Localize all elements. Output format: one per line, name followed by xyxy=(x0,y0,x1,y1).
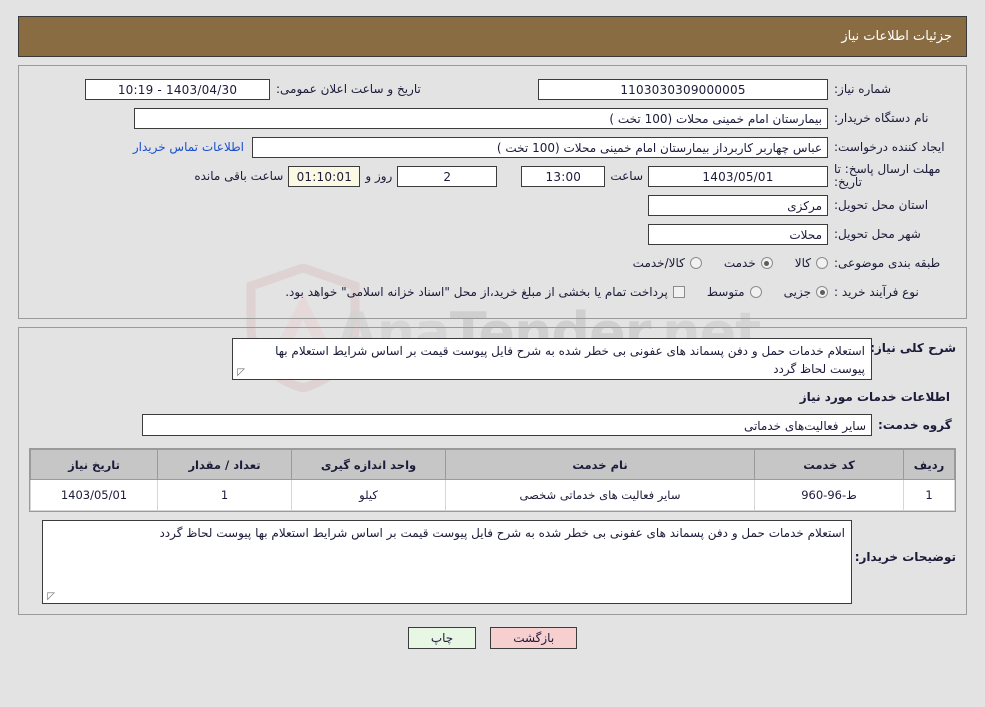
services-table-wrapper: ردیف کد خدمت نام خدمت واحد اندازه گیری ت… xyxy=(29,448,956,512)
table-header-code: کد خدمت xyxy=(754,449,904,480)
row-need-summary: شرح کلی نیاز: استعلام خدمات حمل و دفن پس… xyxy=(29,338,956,380)
row-buyer-org: نام دستگاه خریدار: بیمارستان امام خمینی … xyxy=(29,105,956,131)
radio-khedmat-icon[interactable] xyxy=(760,257,773,269)
need-summary-label: شرح کلی نیاز: xyxy=(870,341,956,355)
announce-datetime-label: تاریخ و ساعت اعلان عمومی: xyxy=(276,82,421,96)
treasury-bond-checkbox-label: پرداخت تمام یا بخشی از مبلغ خرید،از محل … xyxy=(285,285,668,299)
cell-name: سایر فعالیت های خدماتی شخصی xyxy=(445,479,755,511)
deadline-date-value: 1403/05/01 xyxy=(648,165,828,187)
page-header: جزئیات اطلاعات نیاز xyxy=(18,16,967,57)
service-group-label: گروه خدمت: xyxy=(878,418,952,432)
deadline-days-label: روز و xyxy=(365,169,393,183)
deadline-time-label: ساعت xyxy=(610,169,643,183)
table-header-row: ردیف کد خدمت نام خدمت واحد اندازه گیری ت… xyxy=(30,449,955,480)
purchase-process-label: نوع فرآیند خرید : xyxy=(834,285,919,299)
print-button[interactable]: چاپ xyxy=(407,627,477,649)
radio-kala-khedmat-icon[interactable] xyxy=(689,257,702,269)
buyer-notes-label: توضیحات خریدار: xyxy=(854,550,956,564)
radio-motavasset-icon[interactable] xyxy=(749,286,762,298)
deadline-label: مهلت ارسال پاسخ: تا تاریخ: xyxy=(834,162,941,189)
classification-option-khedmat[interactable]: خدمت xyxy=(724,256,773,270)
need-summary-textarea[interactable]: استعلام خدمات حمل و دفن پسماند های عفونی… xyxy=(232,338,872,380)
table-header-date: تاریخ نیاز xyxy=(30,449,158,480)
purchase-process-option-label-1: متوسط xyxy=(706,285,745,299)
cell-unit: کیلو xyxy=(291,479,446,511)
row-need-number: شماره نیاز: 1103030309000005 تاریخ و ساع… xyxy=(29,76,956,102)
purchase-process-option-jozei[interactable]: جزیی xyxy=(784,285,828,299)
classification-option-kala[interactable]: کالا xyxy=(795,256,828,270)
treasury-bond-checkbox-icon[interactable] xyxy=(672,286,685,298)
requester-label: ایجاد کننده درخواست: xyxy=(834,140,945,154)
table-header-unit: واحد اندازه گیری xyxy=(291,449,446,480)
services-table: ردیف کد خدمت نام خدمت واحد اندازه گیری ت… xyxy=(30,449,955,511)
need-number-value: 1103030309000005 xyxy=(538,78,828,100)
row-classification: طبقه بندی موضوعی: کالا خدمت کالا/خدمت xyxy=(29,250,956,276)
row-delivery-province: استان محل تحویل: مرکزی xyxy=(29,192,956,218)
delivery-city-label: شهر محل تحویل: xyxy=(834,227,921,241)
classification-option-kala-khedmat[interactable]: کالا/خدمت xyxy=(633,256,702,270)
deadline-time-value: 13:00 xyxy=(521,165,606,187)
cell-need-date: 1403/05/01 xyxy=(30,479,158,511)
announce-datetime-value: 1403/04/30 - 10:19 xyxy=(85,78,270,100)
buyer-org-value: بیمارستان امام خمینی محلات (100 تخت ) xyxy=(134,107,828,129)
row-requester: ایجاد کننده درخواست: عباس چهاربر کاربردا… xyxy=(29,134,956,160)
countdown-timer-label: ساعت باقی مانده xyxy=(194,169,284,183)
footer-actions: بازگشت چاپ xyxy=(0,627,985,649)
table-header-index: ردیف xyxy=(903,449,955,480)
services-section-title: اطلاعات خدمات مورد نیاز xyxy=(799,390,950,404)
table-header-quantity: تعداد / مقدار xyxy=(157,449,292,480)
deadline-days-value: 2 xyxy=(397,165,498,187)
resize-grip-icon[interactable]: ◸ xyxy=(235,368,245,378)
classification-option-label-1: خدمت xyxy=(723,256,756,270)
cell-quantity: 1 xyxy=(157,479,292,511)
row-buyer-notes: توضیحات خریدار: استعلام خدمات حمل و دفن … xyxy=(29,520,956,604)
delivery-province-value: مرکزی xyxy=(648,194,828,216)
purchase-process-option-motavasset[interactable]: متوسط xyxy=(707,285,762,299)
row-service-group: گروه خدمت: سایر فعالیت‌های خدماتی xyxy=(29,412,956,438)
buyer-notes-value: استعلام خدمات حمل و دفن پسماند های عفونی… xyxy=(159,526,845,540)
row-purchase-process: نوع فرآیند خرید : جزیی متوسط پرداخت تمام… xyxy=(29,279,956,305)
table-header-name: نام خدمت xyxy=(445,449,755,480)
delivery-province-label: استان محل تحویل: xyxy=(834,198,929,212)
requester-value: عباس چهاربر کاربرداز بیمارستان امام خمین… xyxy=(252,136,828,158)
services-panel: شرح کلی نیاز: استعلام خدمات حمل و دفن پس… xyxy=(18,327,967,615)
cell-code: ط-96-960 xyxy=(754,479,904,511)
table-row[interactable]: 1 ط-96-960 سایر فعالیت های خدماتی شخصی ک… xyxy=(30,479,955,511)
page-title: جزئیات اطلاعات نیاز xyxy=(841,29,952,44)
treasury-bond-checkbox-group[interactable]: پرداخت تمام یا بخشی از مبلغ خرید،از محل … xyxy=(285,285,685,299)
cell-index: 1 xyxy=(903,479,955,511)
classification-option-label-0: کالا xyxy=(794,256,811,270)
classification-option-label-2: کالا/خدمت xyxy=(632,256,685,270)
purchase-process-option-label-0: جزیی xyxy=(783,285,811,299)
need-info-panel: شماره نیاز: 1103030309000005 تاریخ و ساع… xyxy=(18,65,967,319)
classification-label: طبقه بندی موضوعی: xyxy=(834,256,941,270)
buyer-notes-textarea[interactable]: استعلام خدمات حمل و دفن پسماند های عفونی… xyxy=(42,520,852,604)
service-group-value: سایر فعالیت‌های خدماتی xyxy=(142,414,872,436)
need-number-label: شماره نیاز: xyxy=(834,82,891,96)
radio-jozei-icon[interactable] xyxy=(816,286,828,298)
radio-kala-icon[interactable] xyxy=(816,257,828,269)
buyer-org-label: نام دستگاه خریدار: xyxy=(834,111,929,125)
back-button[interactable]: بازگشت xyxy=(490,627,578,649)
delivery-city-value: محلات xyxy=(648,223,828,245)
need-summary-value: استعلام خدمات حمل و دفن پسماند های عفونی… xyxy=(275,344,865,376)
countdown-timer: 01:10:01 xyxy=(288,165,361,187)
row-deadline: مهلت ارسال پاسخ: تا تاریخ: 1403/05/01 سا… xyxy=(29,163,956,189)
buyer-contact-link[interactable]: اطلاعات تماس خریدار xyxy=(125,140,252,154)
resize-grip-icon-notes[interactable]: ◸ xyxy=(45,592,55,602)
row-delivery-city: شهر محل تحویل: محلات xyxy=(29,221,956,247)
